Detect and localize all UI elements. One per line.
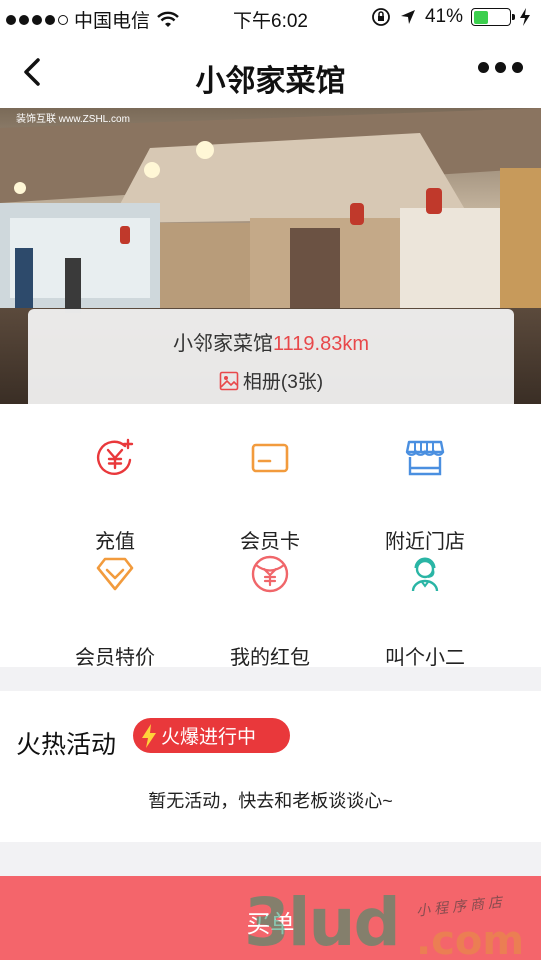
store-name-line: 小邻家菜馆1119.83km [28, 327, 514, 356]
nav-bar: 小邻家菜馆 [0, 36, 541, 108]
menu-item-member-card[interactable]: 会员卡 [180, 438, 360, 553]
menu-label-call-waiter: 叫个小二 [385, 647, 465, 669]
location-arrow-icon [400, 10, 415, 24]
menu-label-member-specials: 会员特价 [75, 647, 155, 669]
menu-item-red-envelope[interactable]: 我的红包 [180, 554, 360, 669]
store-distance: 1119.83km [273, 333, 369, 355]
album-label: 相册(3张) [242, 372, 324, 393]
activity-empty-text: 暂无活动，快去和老板谈谈心~ [148, 791, 393, 811]
store-name: 小邻家菜馆 [173, 333, 273, 355]
activity-section: 火热活动 火爆进行中 暂无活动，快去和老板谈谈心~ [0, 691, 541, 842]
rotation-lock-icon [372, 8, 390, 26]
menu-label-member-card: 会员卡 [240, 531, 300, 553]
menu-label-red-envelope: 我的红包 [230, 647, 310, 669]
charging-bolt-icon [520, 8, 530, 26]
battery-percent: 41% [424, 6, 463, 27]
activity-badge-label: 火爆进行中 [161, 727, 257, 748]
feature-menu: 充值 会员卡 附近门店 会员特价 我的红包 叫个小二 [0, 404, 541, 669]
menu-label-recharge: 充值 [95, 531, 135, 553]
battery-icon [471, 8, 515, 26]
card-icon [251, 443, 289, 473]
watermark: 3lud 小程序商店 .com [240, 884, 540, 960]
watermark-tag: 小程序商店 [415, 894, 507, 920]
recharge-yen-icon [96, 438, 134, 475]
album-link[interactable]: 相册(3张) [28, 367, 514, 394]
more-dots-icon[interactable] [478, 62, 523, 73]
red-envelope-yen-icon [251, 555, 289, 593]
menu-item-member-specials[interactable]: 会员特价 [25, 554, 205, 669]
diamond-icon [96, 557, 134, 591]
storefront-icon [405, 440, 445, 476]
battery-fill [473, 10, 488, 24]
menu-item-call-waiter[interactable]: 叫个小二 [335, 554, 515, 669]
status-bar: 中国电信 下午6:02 41% [0, 0, 541, 36]
watermark-domain: .com [416, 918, 525, 960]
page-title: 小邻家菜馆 [195, 65, 346, 98]
store-info-card: 小邻家菜馆1119.83km 相册(3张) [28, 309, 514, 404]
menu-item-recharge[interactable]: 充值 [25, 438, 205, 553]
watermark-main: 3lud [244, 884, 401, 960]
activity-badge: 火爆进行中 [133, 718, 290, 753]
photo-caption: 装饰互联 www.ZSHL.com [16, 112, 130, 125]
lightning-icon [142, 723, 156, 748]
status-right: 41% [371, 6, 531, 28]
menu-item-nearby-stores[interactable]: 附近门店 [335, 438, 515, 553]
waiter-icon [411, 557, 439, 592]
menu-label-nearby-stores: 附近门店 [385, 531, 465, 553]
activity-heading: 火热活动 [16, 731, 117, 759]
image-icon [219, 371, 239, 390]
